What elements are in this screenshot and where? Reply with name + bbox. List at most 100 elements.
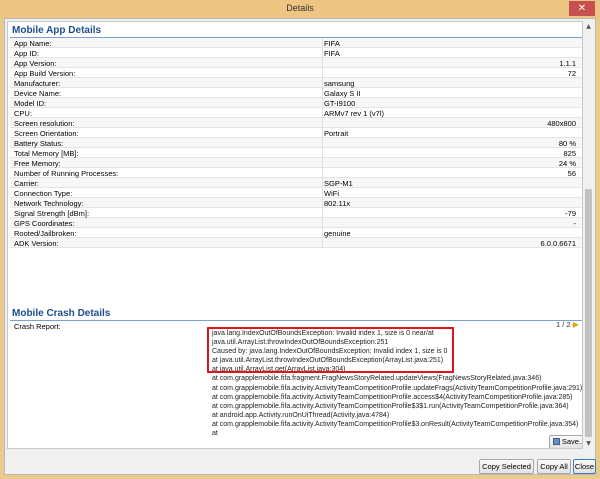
row-value: ARMv7 rev 1 (v7l) — [324, 109, 385, 118]
row-value: 1.1.1 — [559, 59, 576, 68]
column-separator — [322, 228, 323, 238]
column-separator — [322, 48, 323, 58]
column-separator — [322, 138, 323, 148]
row-label: Device Name: — [14, 89, 62, 98]
table-row[interactable]: CPU: ARMv7 rev 1 (v7l) — [10, 108, 582, 118]
save-button-label: Save... — [561, 437, 583, 446]
table-row[interactable]: Number of Running Processes: 56 — [10, 168, 582, 178]
row-label: CPU: — [14, 109, 32, 118]
scroll-up-arrow-icon[interactable]: ▲ — [583, 21, 594, 32]
row-value: 80 % — [558, 139, 576, 148]
crash-line: at com.grapplemobile.fifa.fragment.FragN… — [212, 375, 542, 383]
row-label: Signal Strength [dBm]: — [14, 209, 90, 218]
column-separator — [322, 148, 323, 158]
column-separator — [322, 168, 323, 178]
column-separator — [322, 98, 323, 108]
table-row[interactable]: Screen resolution: 480x800 — [10, 118, 582, 128]
table-row[interactable]: Manufacturer: samsung — [10, 78, 582, 88]
crash-details-divider — [10, 320, 582, 321]
app-details-heading: Mobile App Details — [12, 25, 102, 36]
copy-selected-button[interactable]: Copy Selected — [479, 459, 534, 474]
row-label: Connection Type: — [14, 189, 73, 198]
column-separator — [322, 58, 323, 68]
row-value: 6.0.0.6671 — [540, 239, 576, 248]
table-row[interactable]: App Name: FIFA — [10, 38, 582, 48]
crash-pager: 1 / 2 ▶ — [556, 320, 579, 329]
table-row[interactable]: GPS Coordinates: - — [10, 218, 582, 228]
crash-report-label: Crash Report: — [14, 322, 61, 331]
copy-all-button[interactable]: Copy All — [537, 459, 571, 474]
crash-pager-text: 1 / 2 — [556, 320, 571, 329]
column-separator — [322, 118, 323, 128]
details-panel: Mobile App Details App Name: FIFA App ID: F… — [7, 21, 583, 449]
row-label: Manufacturer: — [14, 79, 61, 88]
title-bar[interactable]: Details ✕ — [0, 0, 600, 18]
row-value: 24 % — [558, 159, 576, 168]
column-separator — [322, 238, 323, 248]
row-value: - — [573, 219, 577, 228]
row-value: genuine — [324, 229, 351, 238]
table-row[interactable]: Connection Type: WiFi — [10, 188, 582, 198]
column-separator — [322, 108, 323, 118]
row-label: Screen resolution: — [14, 119, 75, 128]
row-value: SGP-M1 — [324, 179, 353, 188]
crash-line: at com.grapplemobile.fifa.activity.Activ… — [212, 384, 583, 392]
table-row[interactable]: Signal Strength [dBm]: -79 — [10, 208, 582, 218]
table-row[interactable]: Carrier: SGP-M1 — [10, 178, 582, 188]
table-row[interactable]: App Build Version: 72 — [10, 68, 582, 78]
row-value: FIFA — [324, 39, 340, 48]
row-value: Galaxy S II — [324, 89, 361, 98]
row-value: GT-I9100 — [324, 99, 356, 108]
row-value: -79 — [565, 209, 576, 218]
scroll-thumb[interactable] — [585, 189, 592, 437]
column-separator — [322, 188, 323, 198]
row-value: 72 — [567, 69, 576, 78]
table-row[interactable]: Free Memory: 24 % — [10, 158, 582, 168]
vertical-scrollbar[interactable]: ▲ ▼ — [583, 21, 594, 449]
resize-grip-icon[interactable]: ⋱ — [588, 467, 594, 474]
column-separator — [322, 38, 323, 48]
column-separator — [322, 158, 323, 168]
column-separator — [322, 218, 323, 228]
row-label: Carrier: — [14, 179, 40, 188]
table-row[interactable]: ADK Version: 6.0.0.6671 — [10, 238, 582, 248]
window-close-button[interactable]: ✕ — [569, 1, 595, 16]
save-button[interactable]: Save... — [549, 435, 583, 448]
window-title: Details — [286, 3, 314, 13]
row-label: App Name: — [14, 39, 52, 48]
column-separator — [322, 128, 323, 138]
row-label: App Version: — [14, 59, 57, 68]
column-separator — [322, 78, 323, 88]
table-row[interactable]: Network Technology: 802.11x — [10, 198, 582, 208]
row-value: samsung — [324, 79, 355, 88]
row-label: GPS Coordinates: — [14, 219, 75, 228]
table-row[interactable]: App ID: FIFA — [10, 48, 582, 58]
crash-line: at — [212, 430, 218, 438]
next-arrow-icon[interactable]: ▶ — [573, 320, 579, 329]
row-value: 825 — [563, 149, 576, 158]
floppy-disk-icon — [552, 438, 560, 445]
table-row[interactable]: Screen Orientation: Portrait — [10, 128, 582, 138]
scroll-down-arrow-icon[interactable]: ▼ — [583, 438, 594, 449]
row-value: 802.11x — [324, 199, 351, 208]
row-label: Rooted/Jailbroken: — [14, 229, 77, 238]
column-separator — [322, 198, 323, 208]
row-label: Network Technology: — [14, 199, 84, 208]
table-row[interactable]: Device Name: Galaxy S II — [10, 88, 582, 98]
table-row[interactable]: Battery Status: 80 % — [10, 138, 582, 148]
crash-details-heading: Mobile Crash Details — [12, 308, 111, 319]
table-row[interactable]: Model ID: GT-I9100 — [10, 98, 582, 108]
row-label: App Build Version: — [14, 69, 76, 78]
column-separator — [322, 68, 323, 78]
table-row[interactable]: App Version: 1.1.1 — [10, 58, 582, 68]
table-row[interactable]: Rooted/Jailbroken: genuine — [10, 228, 582, 238]
app-details-table: App Name: FIFA App ID: FIFA App Version: 1.1.… — [10, 38, 582, 248]
dialog-client: Mobile App Details App Name: FIFA App ID: F… — [4, 18, 596, 475]
column-separator — [322, 88, 323, 98]
row-label: App ID: — [14, 49, 40, 58]
row-value: FIFA — [324, 49, 340, 58]
row-label: Number of Running Processes: — [14, 169, 119, 178]
crash-line: at com.grapplemobile.fifa.activity.Activ… — [212, 402, 569, 410]
crash-line: at com.grapplemobile.fifa.activity.Activ… — [212, 393, 573, 401]
table-row[interactable]: Total Memory [MB]: 825 — [10, 148, 582, 158]
